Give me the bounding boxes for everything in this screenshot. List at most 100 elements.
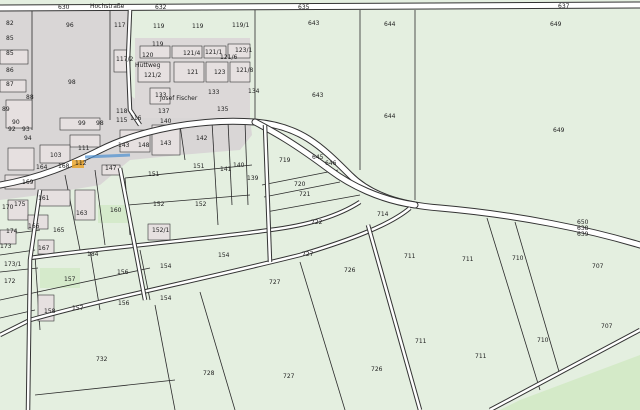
parcel-label: 151 bbox=[148, 171, 160, 178]
parcel-label: 98 bbox=[68, 79, 76, 86]
parcel-label: 117 bbox=[114, 22, 126, 29]
parcel-label: 156 bbox=[118, 300, 130, 307]
parcel-label: 121/4 bbox=[183, 50, 200, 57]
parcel-label: 157 bbox=[72, 305, 84, 312]
parcel-label: 164 bbox=[36, 164, 48, 171]
parcel-label: 174 bbox=[6, 228, 18, 235]
parcel-label: 152 bbox=[153, 201, 165, 208]
parcel-label: 172 bbox=[4, 278, 16, 285]
parcel-label: 121 bbox=[187, 69, 199, 76]
parcel-label: 96 bbox=[66, 22, 74, 29]
parcel-label: 184 bbox=[87, 251, 99, 258]
parcel-label: 85 bbox=[6, 50, 14, 57]
parcel-label: 141 bbox=[220, 166, 232, 173]
parcel-label: 165 bbox=[53, 227, 65, 234]
parcel-label: 727 bbox=[283, 373, 295, 380]
parcel-label: 721 bbox=[299, 191, 311, 198]
parcel-label: 117/2 bbox=[116, 56, 133, 63]
parcel-label: 90 bbox=[12, 119, 20, 126]
parcel-label: 707 bbox=[592, 263, 604, 270]
parcel-label: 140 bbox=[233, 162, 245, 169]
parcel-label: 142 bbox=[196, 135, 208, 142]
parcel-label: 722 bbox=[311, 219, 323, 226]
parcel-label: 649 bbox=[550, 21, 562, 28]
parcel-label: 119 bbox=[192, 23, 204, 30]
parcel-label: 643 bbox=[312, 92, 324, 99]
parcel-label: 168 bbox=[58, 163, 70, 170]
parcel-label: 111 bbox=[78, 145, 90, 152]
parcel-label: 121/2 bbox=[144, 72, 161, 79]
parcel-label: 152 bbox=[195, 201, 207, 208]
parcel-label: 116 bbox=[130, 115, 142, 122]
parcel-label: 154 bbox=[160, 263, 172, 270]
parcel-label: 644 bbox=[384, 21, 396, 28]
parcel-label: 160 bbox=[110, 207, 122, 214]
parcel-label: 635 bbox=[298, 4, 310, 11]
parcel-label: 93 bbox=[22, 126, 30, 133]
cadastral-map[interactable]: Hochstraße Hüttweg Josef Fischer 630 632… bbox=[0, 0, 640, 410]
parcel-label: 156 bbox=[117, 269, 129, 276]
parcel-label: 726 bbox=[371, 366, 383, 373]
parcel-label: 89 bbox=[2, 106, 10, 113]
parcel-label: 161 bbox=[38, 195, 50, 202]
parcel-label: 645 bbox=[312, 154, 324, 161]
parcel-label: 133 bbox=[208, 89, 220, 96]
parcel-label: 170 bbox=[2, 204, 14, 211]
parcel-label: 133 bbox=[155, 92, 167, 99]
parcel-label: 143 bbox=[118, 142, 130, 149]
parcel-label: 98 bbox=[96, 120, 104, 127]
parcel-label: 140 bbox=[160, 118, 172, 125]
parcel-label: 646 bbox=[325, 160, 337, 167]
parcel-label: 637 bbox=[558, 3, 570, 10]
parcel-label: 643 bbox=[308, 20, 320, 27]
parcel-label: 711 bbox=[415, 338, 427, 345]
parcel-label: 88 bbox=[26, 94, 34, 101]
parcel-label: 152/1 bbox=[152, 227, 169, 234]
parcel-label: 119/1 bbox=[232, 22, 249, 29]
parcel-label: 720 bbox=[294, 181, 306, 188]
parcel-label: 154 bbox=[218, 252, 230, 259]
parcel-label: 711 bbox=[404, 253, 416, 260]
parcel-label: 87 bbox=[6, 81, 14, 88]
parcel-label: 173/1 bbox=[4, 261, 21, 268]
parcel-label: 710 bbox=[537, 337, 549, 344]
parcel-label: 157 bbox=[64, 276, 76, 283]
parcel-label: 115 bbox=[116, 117, 128, 124]
parcel-label: 135 bbox=[217, 106, 229, 113]
parcel-label: 148 bbox=[138, 142, 150, 149]
parcel-label: 173 bbox=[0, 243, 12, 250]
parcel-label: 714 bbox=[377, 211, 389, 218]
parcel-label: 728 bbox=[203, 370, 215, 377]
parcel-label: 166 bbox=[28, 223, 40, 230]
parcel-label: 711 bbox=[475, 353, 487, 360]
water-marker bbox=[84, 153, 131, 159]
parcel-label: 632 bbox=[155, 4, 167, 11]
parcel-label: 630 bbox=[58, 4, 70, 11]
parcel-label: 732 bbox=[96, 356, 108, 363]
parcel-label: 710 bbox=[512, 255, 524, 262]
parcel-label: 158 bbox=[44, 308, 56, 315]
street-label: Hüttweg bbox=[135, 62, 161, 69]
parcel-label: 123/1 bbox=[235, 47, 252, 54]
parcel-label: 711 bbox=[462, 256, 474, 263]
parcel-label: 639 bbox=[577, 231, 589, 238]
parcel-label: 169 bbox=[22, 179, 34, 186]
parcel-label: 120 bbox=[142, 52, 154, 59]
parcel-label: 707 bbox=[601, 323, 613, 330]
parcel-label: 139 bbox=[247, 175, 259, 182]
parcel-label: 92 bbox=[8, 126, 16, 133]
parcel-label: 175 bbox=[14, 201, 26, 208]
parcel-label: 119 bbox=[153, 23, 165, 30]
parcel-label: 163 bbox=[76, 210, 88, 217]
parcel-label: 99 bbox=[78, 120, 86, 127]
parcel-label: 644 bbox=[384, 113, 396, 120]
parcel-label: 727 bbox=[302, 251, 314, 258]
parcel-label: 85 bbox=[6, 35, 14, 42]
parcel-label: 118 bbox=[116, 108, 128, 115]
parcel-label: 143 bbox=[160, 140, 172, 147]
parcel-label: 154 bbox=[160, 295, 172, 302]
parcel-label: 147 bbox=[105, 165, 117, 172]
parcel-label: 119 bbox=[152, 41, 164, 48]
parcel-label: 727 bbox=[269, 279, 281, 286]
parcel-label: 167 bbox=[38, 245, 50, 252]
